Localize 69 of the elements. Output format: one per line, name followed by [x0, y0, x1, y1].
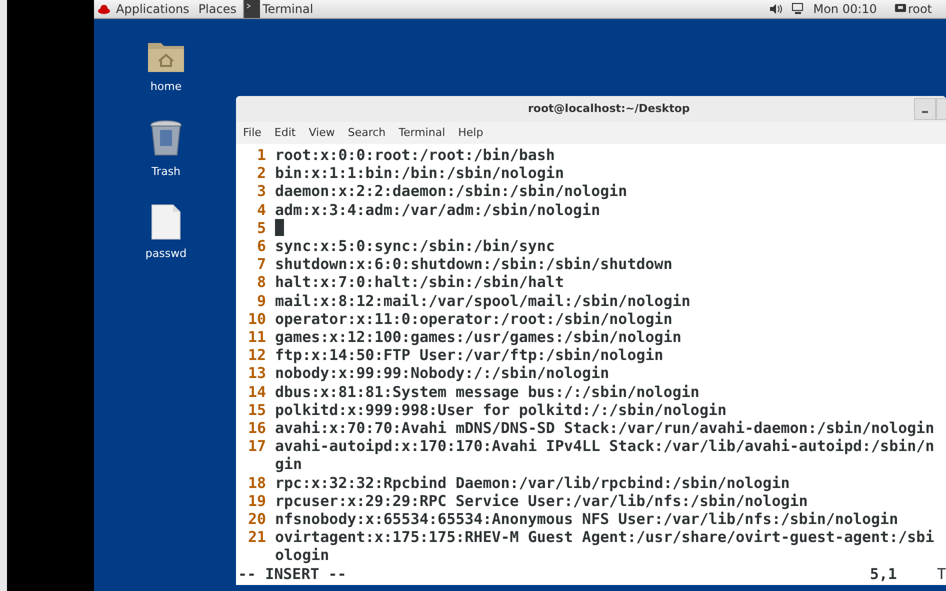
- code-line: ologin: [275, 546, 330, 564]
- line-number: 9: [256, 292, 266, 310]
- line-number: 20: [246, 510, 266, 528]
- line-number: 12: [246, 346, 266, 364]
- code-line: halt:x:7:0:halt:/sbin:/sbin/halt: [275, 273, 564, 292]
- minimize-button[interactable]: [914, 98, 936, 120]
- code-line: polkitd:x:999:998:User for polkitd:/:/sbin/nologin: [275, 400, 727, 420]
- code-line: ovirtagent:x:175:175:RHEV-M Guest Agent:/usr/share/ovirt-guest-agent:/sbi: [275, 528, 934, 546]
- code-line: nfsnobody:x:65534:65534:Anonymous NFS User:/var/lib/nfs:/sbin/nologin: [275, 510, 898, 528]
- line-number: 11: [246, 328, 266, 346]
- menu-item[interactable]: Search: [348, 124, 386, 142]
- mode-indicator: -- INSERT --: [238, 564, 346, 583]
- window-title: root@localhost:~/Desktop: [528, 100, 690, 117]
- code-line: daemon:x:2:2:daemon:/sbin:/sbin/nologin: [275, 182, 628, 201]
- menu-item[interactable]: File: [243, 124, 262, 142]
- line-number: 13: [246, 364, 266, 383]
- line-number: 7: [256, 255, 266, 274]
- terminal-icon: [244, 0, 260, 18]
- code-line: gin: [275, 455, 302, 474]
- line-number: 1: [256, 146, 266, 164]
- panel-menu[interactable]: Places: [198, 0, 236, 18]
- minimize-icon: [922, 111, 928, 113]
- line-number: 10: [246, 310, 266, 328]
- clock[interactable]: Mon 00:10: [813, 0, 877, 18]
- menu-item[interactable]: Terminal: [398, 124, 446, 142]
- line-number: 19: [246, 492, 266, 510]
- code-line: operator:x:11:0:operator:/root:/sbin/nologin: [275, 310, 672, 328]
- line-number: 17: [246, 437, 266, 456]
- file-icon: [150, 204, 181, 240]
- task-button[interactable]: Terminal: [244, 0, 314, 18]
- code-line: avahi-autoipd:x:170:170:Avahi IPv4LL Stack:/var/lib/avahi-autoipd:/sbin/n: [275, 437, 934, 456]
- volume-icon[interactable]: [770, 4, 782, 14]
- line-number: 21: [246, 528, 266, 546]
- code-line: rpc:x:32:32:Rpcbind Daemon:/var/lib/rpcbind:/sbin/nologin: [275, 474, 790, 492]
- line-number: 14: [246, 382, 266, 401]
- desktop-icon-label[interactable]: passwd: [145, 246, 187, 262]
- line-number: 4: [256, 200, 266, 219]
- line-number: 15: [246, 400, 266, 420]
- line-number: 8: [256, 273, 266, 292]
- line-number: 18: [246, 474, 266, 492]
- scroll-position: T: [936, 564, 946, 583]
- cursor-position: 5,1: [870, 564, 897, 583]
- line-number: 16: [246, 419, 266, 438]
- desktop-icon-label[interactable]: home: [150, 79, 182, 96]
- code-line: avahi:x:70:70:Avahi mDNS/DNS-SD Stack:/var/run/avahi-daemon:/sbin/nologin: [275, 419, 934, 438]
- code-line: ftp:x:14:50:FTP User:/var/ftp:/sbin/nologin: [275, 346, 664, 364]
- code-line: rpcuser:x:29:29:RPC Service User:/var/lib/nfs:/sbin/nologin: [275, 492, 808, 510]
- menu-item[interactable]: Edit: [274, 124, 296, 142]
- code-line: root:x:0:0:root:/root:/bin/bash: [275, 146, 555, 164]
- code-line: adm:x:3:4:adm:/var/adm:/sbin/nologin: [275, 200, 600, 219]
- code-line: mail:x:8:12:mail:/var/spool/mail:/sbin/nologin: [275, 292, 690, 310]
- trash-icon: [150, 120, 182, 158]
- menu-item[interactable]: Help: [458, 124, 484, 142]
- line-number: 2: [256, 164, 266, 182]
- code-line: nobody:x:99:99:Nobody:/:/sbin/nologin: [275, 364, 610, 383]
- code-line: dbus:x:81:81:System message bus:/:/sbin/nologin: [275, 382, 700, 401]
- panel-menu[interactable]: Applications: [116, 0, 190, 18]
- line-number: 5: [256, 218, 266, 238]
- code-line: games:x:12:100:games:/usr/games:/sbin/nologin: [275, 328, 682, 346]
- menu-item[interactable]: View: [308, 124, 335, 142]
- desktop-icon-label[interactable]: Trash: [151, 164, 181, 180]
- line-number: 3: [256, 182, 266, 201]
- hat-icon: [98, 4, 110, 14]
- code-line: shutdown:x:6:0:shutdown:/sbin:/sbin/shutdown: [275, 255, 672, 274]
- network-icon[interactable]: [792, 3, 806, 15]
- line-number: 6: [256, 237, 266, 256]
- code-line: bin:x:1:1:bin:/bin:/sbin/nologin: [275, 164, 564, 182]
- user-menu[interactable]: root: [908, 0, 932, 18]
- code-line: sync:x:5:0:sync:/sbin:/bin/sync: [275, 237, 555, 256]
